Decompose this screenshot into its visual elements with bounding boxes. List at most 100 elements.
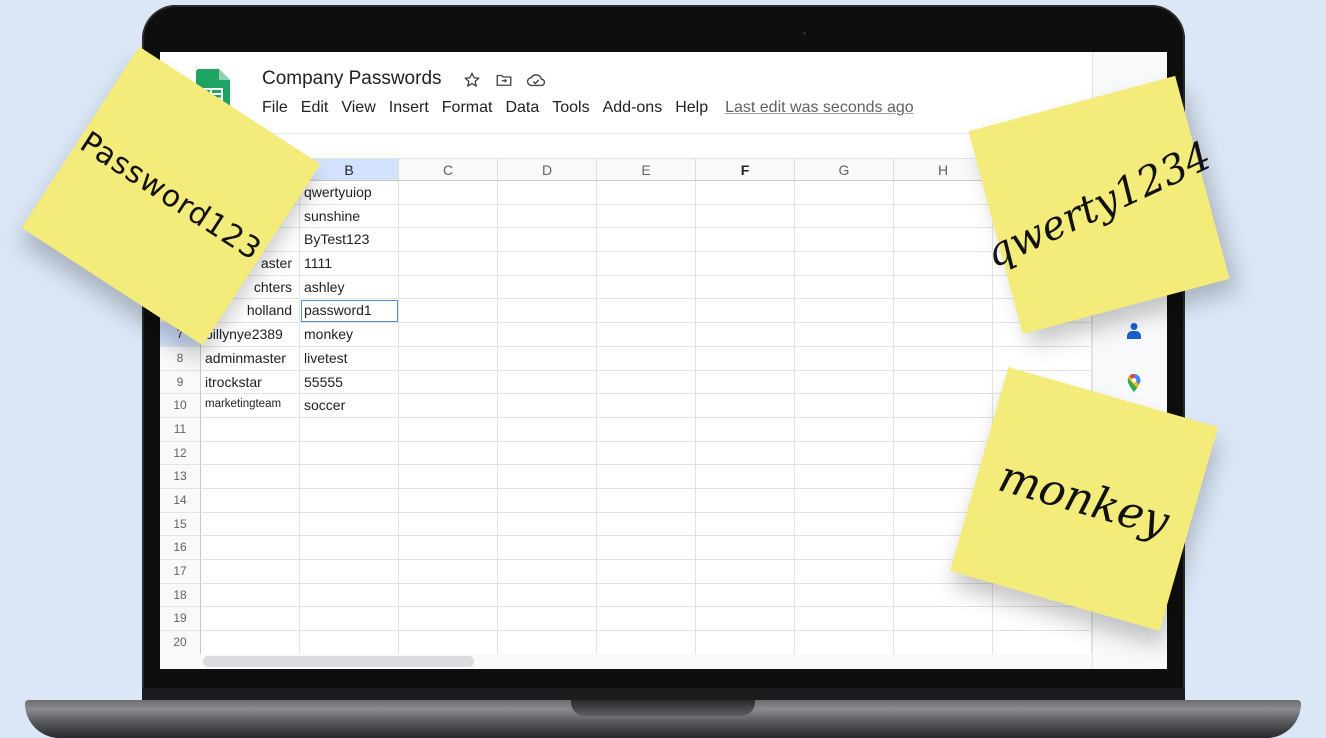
cell[interactable] [498,228,597,253]
cell-password[interactable] [300,536,399,560]
cell[interactable] [399,299,498,324]
cell-password[interactable] [300,488,399,513]
cell[interactable] [894,346,993,371]
cell[interactable] [696,181,795,205]
row-header[interactable]: 12 [160,441,201,466]
cell-password[interactable] [300,417,399,442]
cell[interactable] [795,560,894,584]
cell[interactable] [597,323,696,347]
cell[interactable] [498,607,597,632]
cell-password[interactable] [300,512,399,537]
row-header[interactable]: 17 [160,560,201,584]
cell[interactable] [399,323,498,347]
cell[interactable] [399,252,498,276]
cell[interactable] [498,394,597,418]
cell[interactable] [894,181,993,205]
cell-password[interactable] [300,465,399,489]
cell-username[interactable]: marketingteam [201,394,300,418]
cell-password[interactable] [300,607,399,632]
cell-password[interactable]: livetest [300,346,399,371]
cell[interactable] [399,370,498,395]
cell-username[interactable] [201,560,300,584]
cell[interactable] [498,417,597,442]
cell[interactable] [795,181,894,205]
cell-username[interactable]: itrockstar [201,370,300,395]
cell[interactable] [498,583,597,608]
cell[interactable] [399,204,498,229]
cell-username[interactable] [201,441,300,466]
cell-username[interactable] [201,631,300,655]
cell[interactable] [498,441,597,466]
row-header[interactable]: 20 [160,631,201,655]
cell[interactable] [795,512,894,537]
cell-username[interactable] [201,488,300,513]
menu-edit[interactable]: Edit [301,99,329,117]
cell[interactable] [498,370,597,395]
cell[interactable] [894,631,993,655]
cell[interactable] [498,275,597,300]
cell[interactable] [795,465,894,489]
menu-file[interactable]: File [262,99,288,117]
cell[interactable] [597,181,696,205]
cell-password[interactable]: password1 [300,299,399,324]
cell[interactable] [795,346,894,371]
cell[interactable] [498,465,597,489]
cell[interactable] [795,488,894,513]
cell[interactable] [399,228,498,253]
cell-username[interactable] [201,512,300,537]
cell[interactable] [597,417,696,442]
cell[interactable] [498,512,597,537]
cell[interactable] [597,583,696,608]
cell[interactable] [597,346,696,371]
cell-username[interactable] [201,583,300,608]
cell[interactable] [894,299,993,324]
cell[interactable] [696,370,795,395]
cell[interactable] [498,346,597,371]
cell[interactable] [795,370,894,395]
cell[interactable] [696,299,795,324]
cell-password[interactable]: ashley [300,275,399,300]
cell[interactable] [795,417,894,442]
column-header-d[interactable]: D [498,158,597,181]
cell[interactable] [696,488,795,513]
cell[interactable] [795,607,894,632]
cloud-saved-icon[interactable] [526,70,546,90]
row-header[interactable]: 18 [160,583,201,608]
cell-username[interactable] [201,465,300,489]
cell[interactable] [696,465,795,489]
column-header-e[interactable]: E [597,158,696,181]
cell-username[interactable] [201,417,300,442]
menu-help[interactable]: Help [675,99,708,117]
column-header-c[interactable]: C [399,158,498,181]
cell[interactable] [894,323,993,347]
row-header[interactable]: 15 [160,512,201,537]
cell[interactable] [696,512,795,537]
cell-username[interactable] [201,607,300,632]
cell[interactable] [399,441,498,466]
cell-password[interactable]: 55555 [300,370,399,395]
cell[interactable] [696,536,795,560]
cell-password[interactable] [300,441,399,466]
row-header[interactable]: 16 [160,536,201,560]
menu-add-ons[interactable]: Add-ons [603,99,663,117]
cell[interactable] [894,583,993,608]
cell[interactable] [795,394,894,418]
cell[interactable] [399,417,498,442]
menu-format[interactable]: Format [442,99,493,117]
cell-password[interactable]: 1111 [300,252,399,276]
cell[interactable] [498,323,597,347]
cell[interactable] [597,228,696,253]
cell[interactable] [696,607,795,632]
cell[interactable] [399,488,498,513]
cell[interactable] [696,441,795,466]
cell-password[interactable]: qwertyuiop [300,181,399,205]
cell-password[interactable] [300,560,399,584]
cell-password[interactable]: soccer [300,394,399,418]
menu-view[interactable]: View [341,99,375,117]
cell[interactable] [399,465,498,489]
cell[interactable] [795,631,894,655]
cell-password[interactable]: sunshine [300,204,399,229]
cell[interactable] [498,204,597,229]
cell[interactable] [399,346,498,371]
move-to-folder-icon[interactable] [494,70,514,90]
